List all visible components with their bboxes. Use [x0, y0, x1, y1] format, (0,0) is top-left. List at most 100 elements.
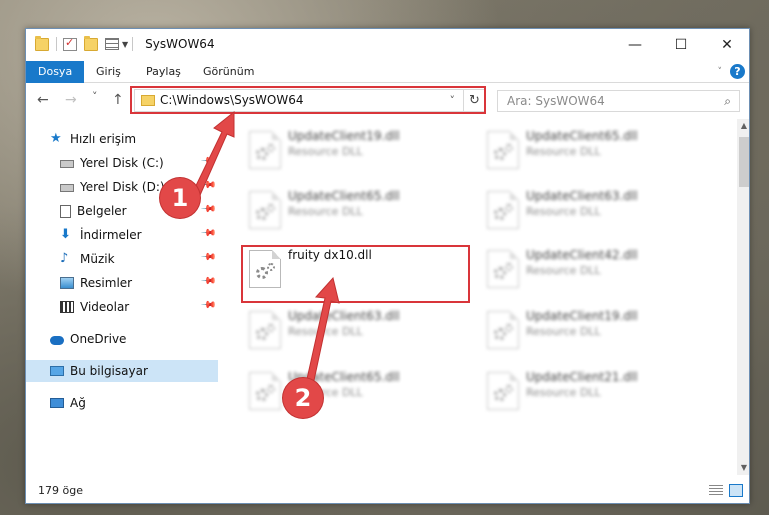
tab-file[interactable]: Dosya — [26, 61, 85, 83]
list-item[interactable]: UpdateClient65.dll Resource DLL — [479, 125, 701, 173]
chevron-down-icon[interactable]: ˅ — [450, 94, 456, 107]
dll-file-icon — [487, 311, 519, 349]
sidebar-item-pictures[interactable]: Resimler 📌 — [26, 272, 218, 294]
divider — [132, 37, 134, 51]
pin-icon[interactable]: 📌 — [199, 201, 216, 218]
forward-button[interactable]: → — [65, 92, 77, 108]
dll-file-icon — [487, 372, 519, 410]
help-icon[interactable]: ? — [730, 64, 745, 79]
maximize-button[interactable]: ☐ — [658, 29, 704, 60]
search-icon[interactable]: ⌕ — [724, 94, 731, 109]
file-type: Resource DLL — [288, 145, 363, 158]
recent-locations-button[interactable]: ˅ — [92, 90, 98, 103]
status-bar: 179 öge — [26, 479, 749, 503]
file-type: Resource DLL — [288, 205, 363, 218]
navigation-bar: ← → ˅ ↑ C:\Windows\SysWOW64 ˅ ↻ Ara: Sys… — [26, 87, 749, 115]
sidebar-item-network[interactable]: Ağ — [26, 392, 218, 414]
list-item-fruity-dx10[interactable]: fruity dx10.dll — [241, 244, 463, 292]
item-count: 179 öge — [38, 484, 83, 497]
pictures-icon — [60, 277, 74, 289]
sidebar-item-downloads[interactable]: ⬇ İndirmeler 📌 — [26, 224, 218, 246]
new-folder-icon[interactable] — [84, 35, 98, 51]
close-button[interactable]: ✕ — [704, 29, 749, 60]
sidebar-item-label: Videolar — [80, 300, 130, 314]
folder-icon — [35, 35, 49, 51]
pin-icon[interactable]: 📌 — [199, 297, 216, 314]
network-icon — [50, 398, 64, 408]
file-name: UpdateClient65.dll — [288, 189, 400, 203]
sidebar-item-label: Ağ — [70, 396, 86, 410]
address-path[interactable]: C:\Windows\SysWOW64 — [160, 93, 304, 107]
dll-file-icon — [249, 372, 281, 410]
dll-file-icon — [249, 250, 281, 288]
chevron-down-icon[interactable]: ▼ — [122, 40, 128, 49]
tab-home[interactable]: Giriş — [84, 61, 133, 83]
dll-file-icon — [249, 191, 281, 229]
list-item[interactable]: UpdateClient63.dll Resource DLL — [241, 305, 463, 353]
sidebar-item-music[interactable]: ♪ Müzik 📌 — [26, 248, 218, 270]
list-item[interactable]: UpdateClient21.dll Resource DLL — [479, 366, 701, 414]
step-badge-2: 2 — [283, 378, 323, 418]
sidebar-item-onedrive[interactable]: OneDrive — [26, 328, 218, 350]
file-list: UpdateClient19.dll Resource DLL UpdateCl… — [231, 119, 736, 475]
tab-share[interactable]: Paylaş — [134, 61, 193, 83]
search-input[interactable]: Ara: SysWOW64 ⌕ — [497, 90, 740, 112]
music-icon: ♪ — [60, 251, 69, 266]
tab-view[interactable]: Görünüm — [191, 61, 266, 83]
drive-icon — [60, 184, 74, 192]
pin-icon[interactable]: 📌 — [199, 225, 216, 242]
sidebar-item-label: Müzik — [80, 252, 115, 266]
ribbon-tabs: Dosya Giriş Paylaş Görünüm ˅ ? — [26, 61, 749, 83]
sidebar-item-videos[interactable]: Videolar 📌 — [26, 296, 218, 318]
videos-icon — [60, 301, 74, 313]
star-icon: ★ — [50, 131, 62, 146]
list-item[interactable]: UpdateClient19.dll Resource DLL — [241, 125, 463, 173]
dll-file-icon — [487, 191, 519, 229]
scrollbar-thumb[interactable] — [739, 137, 749, 187]
properties-icon[interactable] — [63, 36, 77, 51]
expand-ribbon-icon[interactable]: ˅ — [718, 67, 723, 77]
sidebar-item-label: Resimler — [80, 276, 133, 290]
pin-icon[interactable]: 📌 — [199, 153, 216, 170]
pin-icon[interactable]: 📌 — [199, 273, 216, 290]
view-options-icon[interactable] — [105, 38, 119, 50]
file-name: UpdateClient65.dll — [526, 129, 638, 143]
minimize-button[interactable]: — — [612, 29, 658, 60]
list-item[interactable]: UpdateClient63.dll Resource DLL — [479, 185, 701, 233]
address-bar[interactable]: C:\Windows\SysWOW64 ˅ ↻ — [134, 89, 486, 112]
up-button[interactable]: ↑ — [112, 92, 124, 108]
sidebar-item-label: Yerel Disk (C:) — [80, 156, 164, 170]
details-view-icon[interactable] — [709, 485, 723, 496]
pin-icon[interactable]: 📌 — [199, 177, 216, 194]
sidebar-item-label: Bu bilgisayar — [70, 364, 148, 378]
file-explorer-window: ▼ SysWOW64 — ☐ ✕ Dosya Giriş Paylaş Görü… — [25, 28, 750, 504]
list-item[interactable]: UpdateClient42.dll Resource DLL — [479, 244, 701, 292]
list-item[interactable]: UpdateClient19.dll Resource DLL — [479, 305, 701, 353]
list-item[interactable]: UpdateClient65.dll Resource DLL — [241, 366, 463, 414]
window-title: SysWOW64 — [145, 37, 215, 51]
search-placeholder: Ara: SysWOW64 — [507, 94, 605, 108]
file-type: Resource DLL — [526, 205, 601, 218]
divider — [56, 37, 57, 51]
file-name: UpdateClient19.dll — [288, 129, 400, 143]
back-button[interactable]: ← — [37, 92, 49, 108]
sidebar-item-this-pc[interactable]: Bu bilgisayar — [26, 360, 218, 382]
file-type: Resource DLL — [288, 325, 363, 338]
scroll-down-icon[interactable]: ▼ — [737, 461, 749, 475]
refresh-button[interactable]: ↻ — [463, 90, 485, 111]
file-name: UpdateClient63.dll — [526, 189, 638, 203]
sidebar-item-label: Belgeler — [77, 204, 127, 218]
sidebar-item-local-disk-c[interactable]: Yerel Disk (C:) 📌 — [26, 152, 218, 174]
scroll-up-icon[interactable]: ▲ — [737, 119, 749, 133]
vertical-scrollbar[interactable]: ▲ ▼ — [737, 119, 749, 475]
list-item[interactable]: UpdateClient65.dll Resource DLL — [241, 185, 463, 233]
file-type: Resource DLL — [526, 145, 601, 158]
large-icons-view-icon[interactable] — [729, 484, 743, 497]
sidebar-item-quick-access[interactable]: ★ Hızlı erişim — [26, 128, 218, 150]
pin-icon[interactable]: 📌 — [199, 249, 216, 266]
drive-icon — [60, 160, 74, 168]
cloud-icon — [50, 335, 64, 345]
sidebar-item-label: Yerel Disk (D:) — [80, 180, 165, 194]
sidebar-item-label: OneDrive — [70, 332, 127, 346]
dll-file-icon — [487, 250, 519, 288]
